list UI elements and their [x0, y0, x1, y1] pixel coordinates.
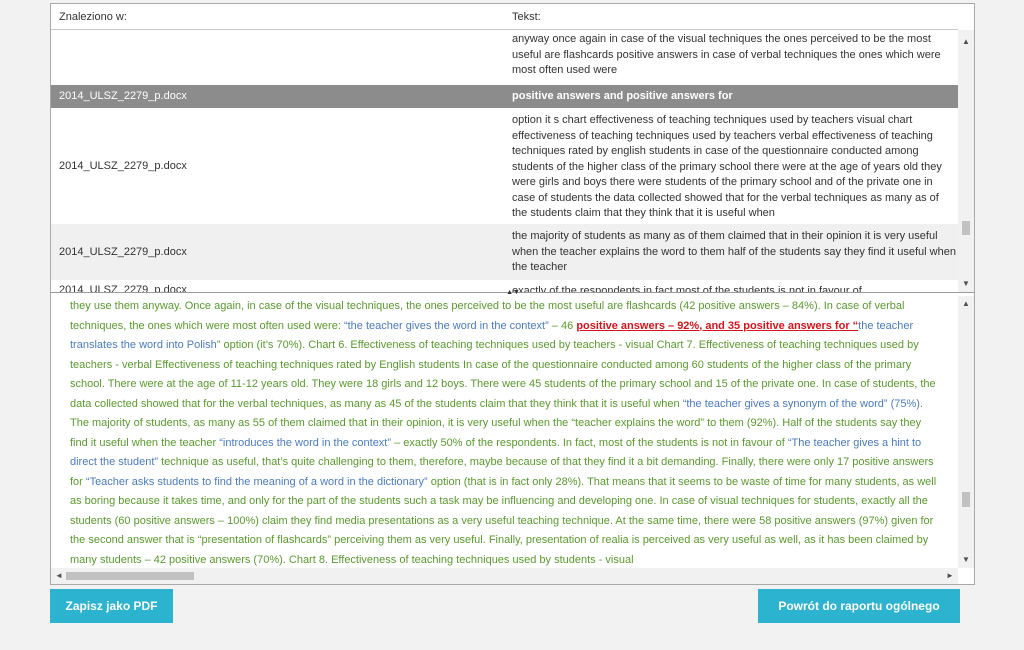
back-to-report-button[interactable]: Powrót do raportu ogólnego: [758, 589, 960, 623]
text-preview-panel: they use them anyway. Once again, in cas…: [51, 296, 974, 584]
scroll-down-icon[interactable]: ▼: [958, 552, 974, 568]
scroll-up-icon[interactable]: ▲: [958, 34, 974, 50]
preview-quote: “Teacher asks students to find the meani…: [85, 475, 428, 488]
results-viewport[interactable]: anyway once again in case of the visual …: [51, 4, 958, 292]
preview-paragraph: they use them anyway. Once again, in cas…: [70, 297, 940, 568]
row-text: exactly of the respondents in fact most …: [512, 285, 862, 292]
preview-text: option (that is in fact only 28%). That …: [70, 475, 937, 566]
preview-text: – 46: [548, 319, 577, 332]
row-file: 2014_ULSZ_2279_p.docx: [59, 160, 187, 172]
results-table: anyway once again in case of the visual …: [51, 4, 974, 292]
column-header-text[interactable]: Tekst:: [512, 11, 541, 23]
row-file: 2014_ULSZ_2279_p.docx: [59, 90, 187, 102]
table-row[interactable]: 2014_ULSZ_2279_p.docx the majority of st…: [51, 224, 958, 280]
table-row[interactable]: anyway once again in case of the visual …: [51, 30, 958, 85]
results-window: anyway once again in case of the visual …: [50, 3, 975, 585]
scroll-thumb[interactable]: [962, 492, 970, 507]
row-file: 2014_ULSZ_2279_p.docx: [59, 284, 187, 292]
column-header-found[interactable]: Znaleziono w:: [59, 11, 127, 23]
scroll-down-icon[interactable]: ▼: [958, 276, 974, 292]
scroll-right-icon[interactable]: ►: [942, 568, 958, 584]
preview-quote: “introduces the word in the context”: [219, 436, 392, 449]
scroll-thumb[interactable]: [66, 572, 194, 580]
row-text: positive answers and positive answers fo…: [512, 90, 733, 102]
scroll-thumb[interactable]: [962, 221, 970, 235]
row-text: the majority of students as many as of t…: [512, 230, 956, 273]
row-text: anyway once again in case of the visual …: [512, 33, 941, 76]
search-match-highlight: positive answers – 92%, and 35 positive …: [576, 319, 859, 332]
scroll-left-icon[interactable]: ◄: [51, 568, 67, 584]
preview-vertical-scrollbar[interactable]: ▲ ▼: [958, 296, 974, 568]
preview-quote: “the teacher gives a synonym of the word…: [682, 397, 920, 410]
scroll-up-icon[interactable]: ▲: [958, 296, 974, 312]
results-scrollbar[interactable]: ▲ ▼: [958, 30, 974, 292]
save-pdf-button[interactable]: Zapisz jako PDF: [50, 589, 173, 623]
table-row-selected[interactable]: 2014_ULSZ_2279_p.docx positive answers a…: [51, 85, 958, 108]
table-row[interactable]: 2014_ULSZ_2279_p.docx option it s chart …: [51, 108, 958, 224]
preview-quote: “the teacher gives the word in the conte…: [343, 319, 549, 332]
row-text: option it s chart effectiveness of teach…: [512, 114, 942, 219]
text-preview-viewport[interactable]: they use them anyway. Once again, in cas…: [51, 296, 958, 568]
preview-horizontal-scrollbar[interactable]: ◄ ►: [51, 568, 958, 584]
table-header: Znaleziono w: Tekst:: [51, 4, 958, 30]
preview-text: – exactly 50% of the respondents. In fac…: [391, 436, 788, 449]
row-file: 2014_ULSZ_2279_p.docx: [59, 246, 187, 258]
